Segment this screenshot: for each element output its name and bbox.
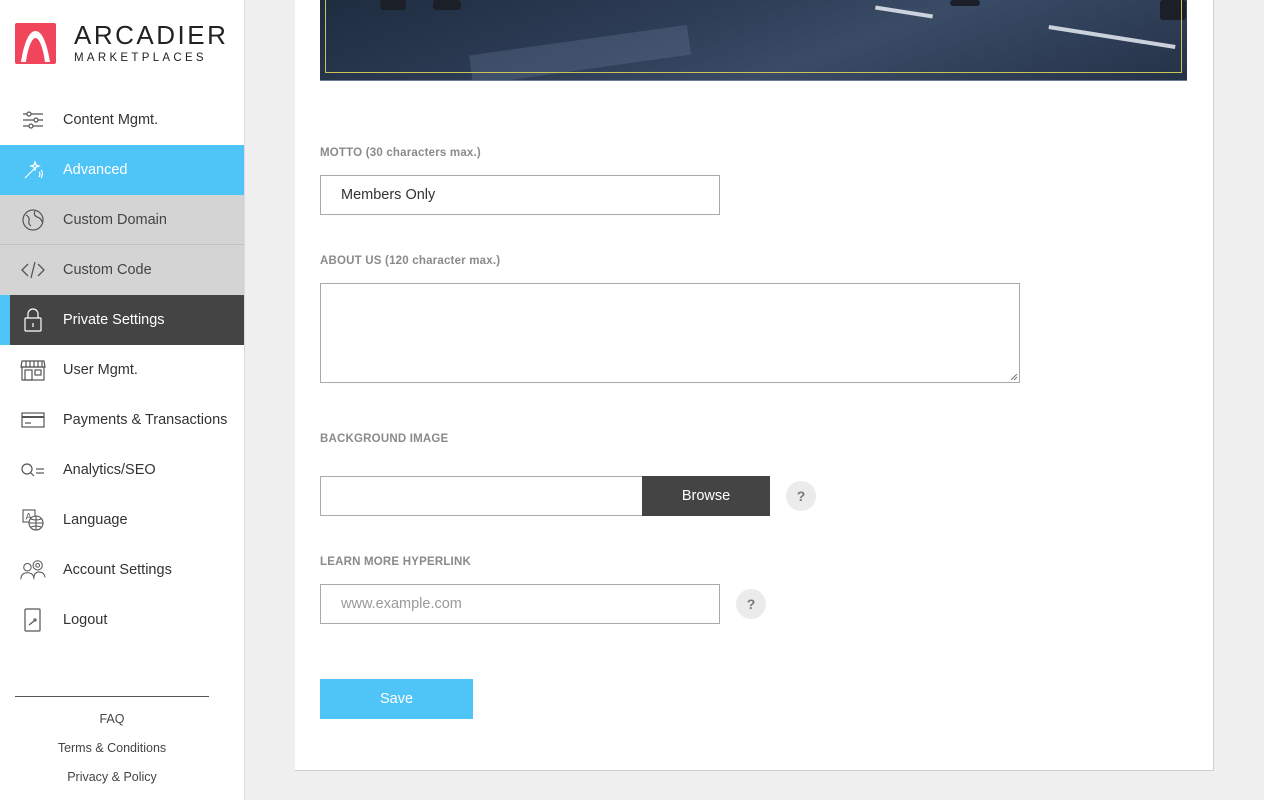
sidebar-item-label: Logout [63,612,108,628]
privacy-link[interactable]: Privacy & Policy [15,770,209,784]
sidebar-footer: FAQ Terms & Conditions Privacy & Policy [15,696,209,784]
magic-wand-icon [20,157,46,183]
sidebar-item-label: Language [63,512,128,528]
users-gear-icon [20,557,46,583]
storefront-icon [20,357,46,383]
brand-tagline: MARKETPLACES [74,52,207,64]
faq-link[interactable]: FAQ [15,712,209,726]
logo[interactable]: ARCADIER MARKETPLACES [15,22,228,65]
sidebar-item-label: Custom Domain [63,211,167,228]
sidebar-item-user-mgmt[interactable]: User Mgmt. [0,345,244,395]
about-us-label: ABOUT US (120 character max.) [320,255,501,267]
private-settings-panel: MOTTO (30 characters max.) ABOUT US (120… [295,0,1214,771]
brand-name: ARCADIER [74,20,229,50]
motto-input[interactable] [320,175,720,215]
sidebar-item-label: Custom Code [63,262,152,278]
language-icon: A [20,507,46,533]
banner-image [320,0,1187,81]
sidebar-item-payments[interactable]: Payments & Transactions [0,395,244,445]
code-icon [20,257,46,283]
motto-label: MOTTO (30 characters max.) [320,147,481,159]
sidebar-item-content-mgmt[interactable]: Content Mgmt. [0,95,244,145]
sidebar-item-account-settings[interactable]: Account Settings [0,545,244,595]
save-button[interactable]: Save [320,679,473,719]
globe-icon [20,207,46,233]
search-list-icon [20,457,46,483]
lock-icon [20,307,46,333]
sidebar-item-custom-domain[interactable]: Custom Domain [0,195,244,245]
arcadier-logo-icon [15,23,56,64]
sidebar-item-label: Advanced [63,162,128,178]
background-image-label: BACKGROUND IMAGE [320,433,449,445]
sidebar-item-analytics-seo[interactable]: Analytics/SEO [0,445,244,495]
browse-button[interactable]: Browse [642,476,770,516]
terms-link[interactable]: Terms & Conditions [15,741,209,755]
banner-frame [325,0,1182,73]
sidebar-item-language[interactable]: A Language [0,495,244,545]
learn-more-input[interactable] [320,584,720,624]
background-image-help-icon[interactable]: ? [786,481,816,511]
sidebar-item-label: User Mgmt. [63,362,138,378]
sidebar-item-label: Private Settings [63,312,165,328]
background-image-path-input[interactable] [320,476,643,516]
sidebar-item-label: Payments & Transactions [63,412,228,428]
about-us-textarea[interactable] [320,283,1020,383]
credit-card-icon [20,407,46,433]
sidebar-item-advanced[interactable]: Advanced [0,145,244,195]
learn-more-label: LEARN MORE HYPERLINK [320,556,471,568]
sidebar-item-custom-code[interactable]: Custom Code [0,245,244,295]
sliders-icon [20,107,46,133]
learn-more-help-icon[interactable]: ? [736,589,766,619]
sidebar-item-label: Analytics/SEO [63,462,156,478]
sidebar-nav: Content Mgmt. Advanced Custom Domain Cus… [0,95,244,645]
logout-icon [20,607,46,633]
sidebar-item-private-settings[interactable]: Private Settings [0,295,244,345]
sidebar: ARCADIER MARKETPLACES Content Mgmt. Adva… [0,0,245,800]
sidebar-item-label: Account Settings [63,562,172,578]
resize-grip-icon[interactable] [1010,373,1018,381]
sidebar-item-logout[interactable]: Logout [0,595,244,645]
sidebar-item-label: Content Mgmt. [63,112,159,128]
